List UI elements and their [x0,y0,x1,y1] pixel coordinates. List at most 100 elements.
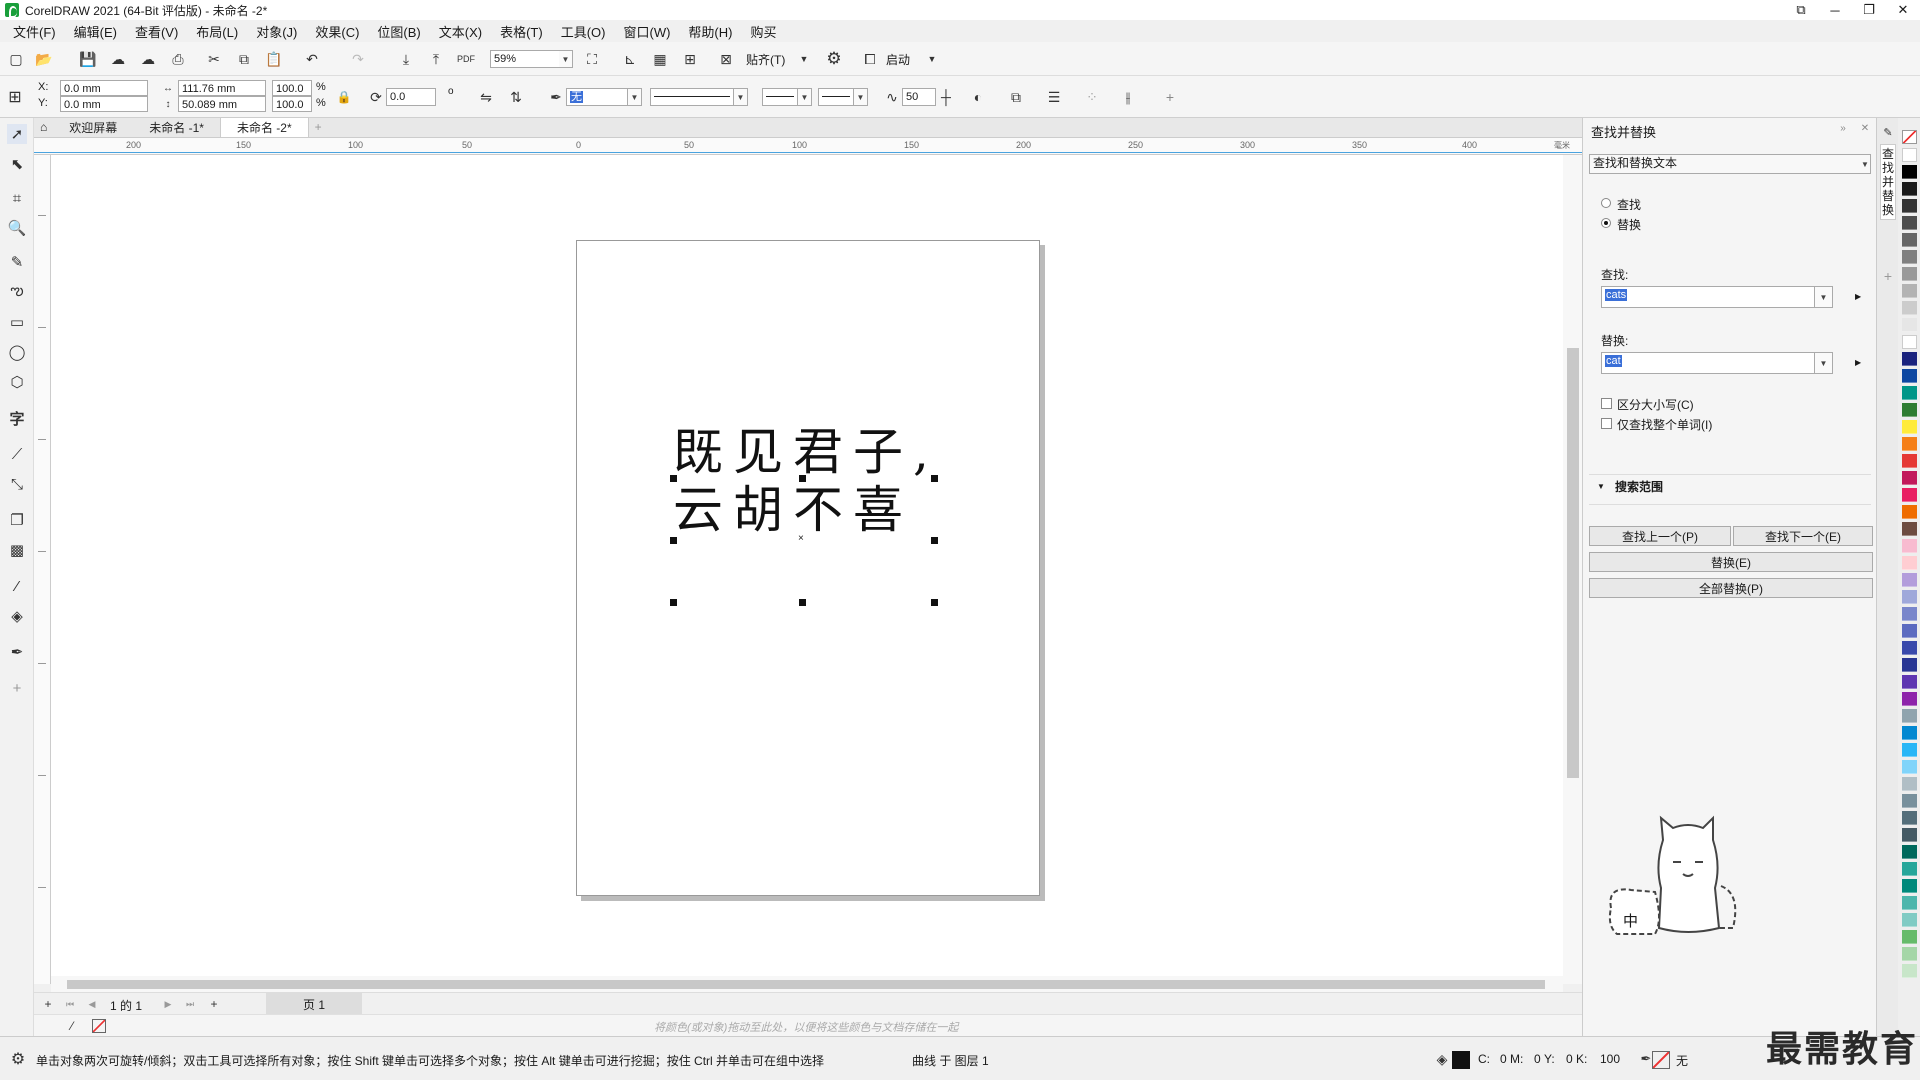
interactive-fill-tool-icon[interactable]: ◈ [7,606,27,626]
search-scope-header[interactable]: 搜索范围 [1615,478,1663,495]
crop-tool-icon[interactable]: ⌗ [7,188,27,208]
palette-swatch[interactable] [1902,233,1917,247]
palette-swatch[interactable] [1902,539,1917,553]
y-position-input[interactable]: 0.0 mm [60,96,148,112]
palette-swatch[interactable] [1902,777,1917,791]
zoom-level-input[interactable]: 59% [490,50,560,68]
zoom-tool-icon[interactable]: 🔍 [7,218,27,238]
cloud-icon[interactable]: ☁ [138,49,158,69]
docker-collapse-icon[interactable]: » [1833,118,1853,138]
snap-to-dropdown[interactable]: 贴齐(T) [746,51,785,68]
whole-word-checkbox[interactable] [1601,418,1612,429]
palette-swatch[interactable] [1902,301,1917,315]
palette-swatch[interactable] [1902,250,1917,264]
replace-button[interactable]: 替换(E) [1589,552,1873,572]
palette-swatch[interactable] [1902,369,1917,383]
palette-swatch[interactable] [1902,488,1917,502]
line-style-dropdown-icon[interactable]: ▼ [734,88,748,106]
start-arrow-dropdown-icon[interactable]: ▼ [798,88,812,106]
open-folder-icon[interactable]: 📂 [34,49,54,69]
palette-swatch[interactable] [1902,811,1917,825]
no-fill-swatch[interactable] [1902,130,1917,144]
docker-tab-icon[interactable]: ✎ [1878,122,1898,142]
palette-swatch[interactable] [1902,284,1917,298]
horizontal-scrollbar[interactable] [51,976,1563,992]
first-page-icon[interactable]: ⏮ [60,994,80,1014]
line-style-select[interactable] [650,88,734,106]
selection-handle-tm[interactable] [799,475,806,482]
palette-swatch[interactable] [1902,624,1917,638]
find-options-arrow-icon[interactable]: ▶ [1855,292,1861,301]
palette-swatch[interactable] [1902,760,1917,774]
upload-cloud-icon[interactable]: ☁ [108,49,128,69]
menu-tools[interactable]: 工具(O) [552,22,615,41]
palette-swatch[interactable] [1902,199,1917,213]
add-page-after-icon[interactable]: + [204,994,224,1014]
docker-tab-find-replace[interactable]: 查找并替换 [1880,144,1896,220]
menu-edit[interactable]: 编辑(E) [65,22,126,41]
palette-swatch[interactable] [1902,437,1917,451]
vertical-scrollbar[interactable] [1563,155,1582,984]
new-tab-icon[interactable]: + [309,117,328,137]
palette-swatch[interactable] [1902,505,1917,519]
save-icon[interactable]: 💾 [78,49,98,69]
menu-help[interactable]: 帮助(H) [679,22,741,41]
horizontal-ruler[interactable]: 200 150 100 50 0 50 100 150 200 250 300 … [34,138,1582,155]
next-page-icon[interactable]: ▶ [158,994,178,1014]
palette-swatch[interactable] [1902,879,1917,893]
full-screen-icon[interactable]: ⛶ [582,49,602,69]
replace-radio[interactable] [1601,218,1611,228]
palette-swatch[interactable] [1902,709,1917,723]
palette-swatch[interactable] [1902,165,1917,179]
palette-swatch[interactable] [1902,658,1917,672]
menu-buy[interactable]: 购买 [741,22,785,41]
palette-swatch[interactable] [1902,913,1917,927]
undo-icon[interactable]: ↶ [302,49,322,69]
find-input[interactable]: cats [1601,286,1815,308]
home-icon[interactable]: ⌂ [34,117,53,137]
eyedropper-tool-icon[interactable]: ⁄ [7,576,27,596]
zoom-dropdown-icon[interactable]: ▼ [559,50,573,68]
palette-swatch[interactable] [1902,743,1917,757]
guidelines-icon[interactable]: ⊞ [680,49,700,69]
no-color-swatch[interactable] [92,1019,106,1033]
add-docker-icon[interactable]: + [1878,266,1898,286]
start-arrow-select[interactable] [762,88,798,106]
node-icon[interactable]: ⁘ [1082,87,1102,107]
restore-button[interactable]: ❐ [1852,0,1886,20]
end-arrow-select[interactable] [818,88,854,106]
outline-pen-icon[interactable]: ✒ [546,87,566,107]
text-tool-icon[interactable]: 字 [7,408,27,428]
copy-icon[interactable]: ⧉ [234,49,254,69]
snap-chevron-icon[interactable]: ▼ [794,49,814,69]
palette-swatch[interactable] [1902,573,1917,587]
palette-swatch[interactable] [1902,148,1917,162]
parallel-dimension-tool-icon[interactable]: ⟋ [7,444,27,464]
redo-icon[interactable]: ↷ [348,49,368,69]
scope-collapse-icon[interactable]: ▼ [1597,482,1605,491]
menu-text[interactable]: 文本(X) [430,22,491,41]
rectangle-tool-icon[interactable]: ▭ [7,312,27,332]
artistic-media-tool-icon[interactable]: ఌ [7,282,27,302]
palette-swatch[interactable] [1902,403,1917,417]
palette-swatch[interactable] [1902,607,1917,621]
menu-effects[interactable]: 效果(C) [306,22,368,41]
snap-off-icon[interactable]: ⊠ [716,49,736,69]
palette-swatch[interactable] [1902,896,1917,910]
fill-dropdown-icon[interactable]: ▼ [628,88,642,106]
mode-select[interactable]: 查找和替换文本 [1589,154,1871,174]
mirror-horizontal-icon[interactable]: ⇋ [476,87,496,107]
smoothing-slider-icon[interactable]: ┼ [936,87,956,107]
close-button[interactable]: ✕ [1886,0,1920,20]
add-page-before-icon[interactable]: + [38,994,58,1014]
palette-swatch[interactable] [1902,556,1917,570]
palette-swatch[interactable] [1902,862,1917,876]
smart-fill-tool-icon[interactable]: ✒ [7,642,27,662]
rulers-icon[interactable]: ⊾ [620,49,640,69]
selection-handle-tr[interactable] [931,475,938,482]
add-tool-icon[interactable]: + [7,678,27,698]
export-icon[interactable]: ⤒ [426,49,446,69]
replace-options-arrow-icon[interactable]: ▶ [1855,358,1861,367]
fill-select[interactable]: 无 [566,88,628,106]
palette-swatch[interactable] [1902,216,1917,230]
